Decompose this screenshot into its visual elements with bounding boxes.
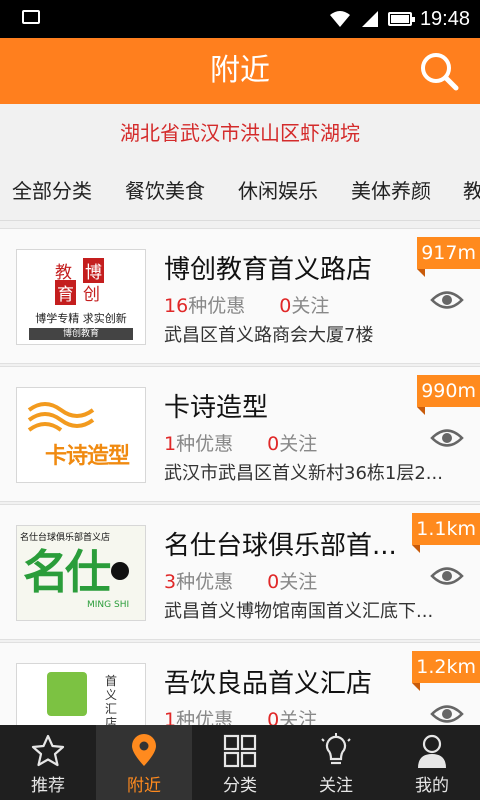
image-notification-icon bbox=[22, 10, 40, 24]
battery-icon bbox=[387, 12, 415, 26]
tab-category[interactable]: 分类 bbox=[192, 725, 288, 800]
store-name: 吾饮良品首义汇店 bbox=[164, 669, 373, 699]
clock: 19:48 bbox=[419, 7, 470, 30]
store-logo: 教 博 育 创 博学专精 求实创新 博创教育 bbox=[16, 249, 146, 345]
search-icon[interactable] bbox=[418, 50, 460, 92]
signal-icon bbox=[361, 11, 378, 27]
eye-icon[interactable] bbox=[430, 427, 464, 449]
grid-icon bbox=[223, 734, 257, 768]
bottom-tab-bar: 推荐 附近 分类 关注 我的 bbox=[0, 725, 480, 800]
eye-icon[interactable] bbox=[430, 565, 464, 587]
store-name: 名仕台球俱乐部首... bbox=[164, 531, 397, 561]
logo-grid: 教 博 育 创 bbox=[53, 258, 109, 305]
store-name: 博创教育首义路店 bbox=[164, 255, 373, 285]
category-beauty[interactable]: 美体养颜 bbox=[351, 162, 431, 220]
eye-icon[interactable] bbox=[430, 289, 464, 311]
tab-recommend[interactable]: 推荐 bbox=[0, 725, 96, 800]
store-logo: 首义汇店 1drink bbox=[16, 663, 146, 725]
billiard-ball-icon bbox=[111, 562, 129, 580]
store-logo: 名仕台球俱乐部首义店 名仕 MING SHI bbox=[16, 525, 146, 621]
category-education[interactable]: 教 bbox=[463, 162, 480, 220]
store-address: 武昌首义博物馆南国首义汇底下... bbox=[164, 601, 434, 622]
star-icon bbox=[31, 734, 65, 767]
distance-badge: 1.1km bbox=[412, 513, 480, 553]
location-pin-icon bbox=[132, 734, 156, 766]
app-header: 附近 bbox=[0, 38, 480, 104]
tab-follow[interactable]: 关注 bbox=[288, 725, 384, 800]
store-stats: 16种优惠 0关注 bbox=[164, 295, 330, 317]
store-stats: 1种优惠 0关注 bbox=[164, 709, 318, 725]
lightbulb-icon bbox=[321, 733, 351, 765]
store-address: 武昌区首义路商会大厦7楼 bbox=[164, 325, 374, 346]
store-stats: 3种优惠 0关注 bbox=[164, 571, 318, 593]
user-icon bbox=[418, 734, 446, 768]
category-tabs: 全部分类 餐饮美食 休闲娱乐 美体养颜 教 bbox=[0, 162, 480, 221]
category-leisure[interactable]: 休闲娱乐 bbox=[238, 162, 318, 220]
list-item[interactable]: 首义汇店 1drink 吾饮良品首义汇店 1种优惠 0关注 1.2km bbox=[0, 642, 480, 725]
store-address: 武汉市武昌区首义新村36栋1层2... bbox=[164, 463, 443, 484]
tab-nearby[interactable]: 附近 bbox=[96, 725, 192, 800]
list-item[interactable]: 卡诗造型 卡诗造型 1种优惠 0关注 武汉市武昌区首义新村36栋1层2... 9… bbox=[0, 366, 480, 502]
store-name: 卡诗造型 bbox=[164, 393, 269, 423]
eye-icon[interactable] bbox=[430, 703, 464, 725]
wifi-icon bbox=[329, 11, 350, 27]
cup-icon bbox=[47, 672, 87, 716]
hair-wave-icon bbox=[27, 402, 95, 432]
nearby-list: 教 博 育 创 博学专精 求实创新 博创教育 博创教育首义路店 16种优惠 0关… bbox=[0, 228, 480, 725]
store-logo: 卡诗造型 bbox=[16, 387, 146, 483]
tab-mine[interactable]: 我的 bbox=[384, 725, 480, 800]
category-food[interactable]: 餐饮美食 bbox=[125, 162, 205, 220]
distance-badge: 990m bbox=[417, 375, 480, 415]
distance-badge: 1.2km bbox=[412, 651, 480, 691]
distance-badge: 917m bbox=[417, 237, 480, 277]
list-item[interactable]: 教 博 育 创 博学专精 求实创新 博创教育 博创教育首义路店 16种优惠 0关… bbox=[0, 228, 480, 364]
current-location[interactable]: 湖北省武汉市洪山区虾湖垸 bbox=[0, 104, 480, 163]
store-stats: 1种优惠 0关注 bbox=[164, 433, 318, 455]
status-bar: 19:48 bbox=[0, 0, 480, 38]
list-item[interactable]: 名仕台球俱乐部首义店 名仕 MING SHI 名仕台球俱乐部首... 3种优惠 … bbox=[0, 504, 480, 640]
page-title: 附近 bbox=[210, 53, 270, 88]
category-all[interactable]: 全部分类 bbox=[12, 162, 92, 220]
